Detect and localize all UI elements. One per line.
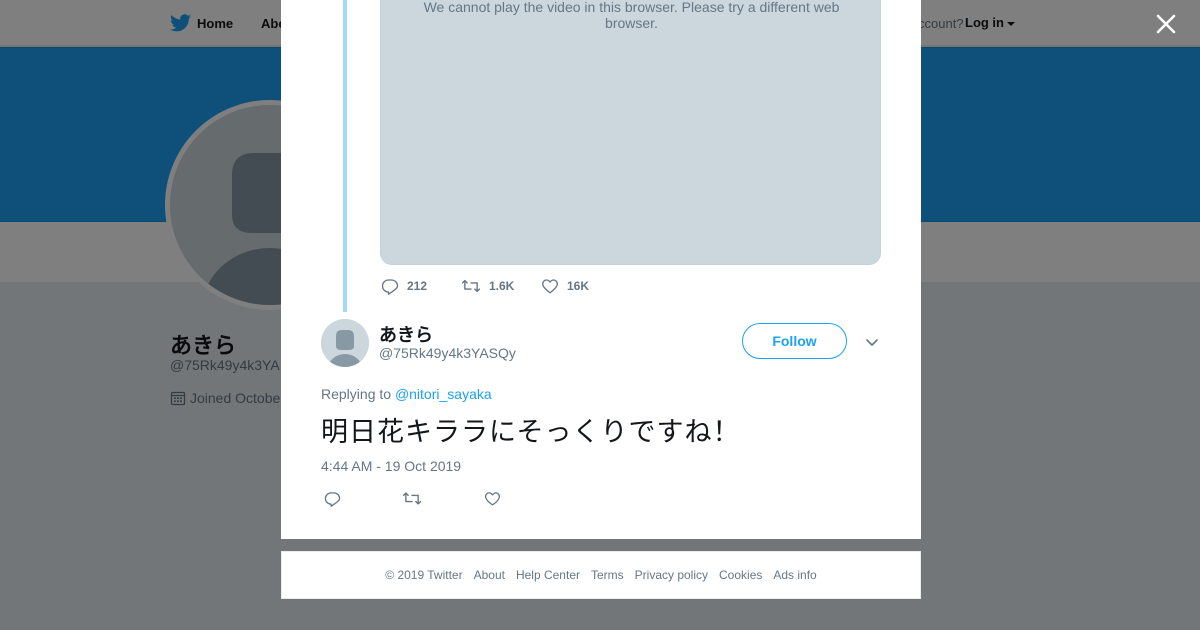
modal-footer: © 2019 Twitter About Help Center Terms P…: [281, 551, 921, 599]
reply-author-handle[interactable]: @75Rk49y4k3YASQy: [379, 345, 516, 361]
thread-connector-line: [343, 0, 347, 312]
close-icon[interactable]: [1154, 12, 1178, 36]
follow-button[interactable]: Follow: [742, 323, 847, 359]
tweet-text: 明日花キララにそっくりですね！: [321, 417, 741, 448]
reply-action[interactable]: 212: [381, 277, 427, 295]
replying-prefix: Replying to: [321, 386, 392, 402]
footer-copyright: © 2019 Twitter: [385, 568, 463, 582]
video-unsupported-message: We cannot play the video in this browser…: [423, 0, 840, 31]
reply-icon: [381, 279, 399, 295]
default-avatar-icon: [321, 319, 369, 367]
footer-link-about[interactable]: About: [474, 568, 505, 582]
like-action[interactable]: [484, 490, 501, 507]
retweet-action[interactable]: 1.6K: [461, 277, 514, 295]
retweet-count: 1.6K: [489, 279, 515, 293]
heart-icon: [542, 279, 558, 294]
video-player[interactable]: We cannot play the video in this browser…: [380, 0, 881, 265]
footer-link-help-center[interactable]: Help Center: [516, 568, 580, 582]
like-action[interactable]: 16K: [541, 277, 589, 295]
reply-count: 212: [407, 279, 428, 293]
replying-to-link[interactable]: @nitori_sayaka: [395, 386, 492, 402]
reply-author-avatar[interactable]: [321, 319, 369, 367]
reply-author-name[interactable]: あきら: [379, 321, 433, 347]
retweet-icon: [461, 279, 481, 293]
tweet-timestamp[interactable]: 4:44 AM - 19 Oct 2019: [321, 458, 461, 474]
footer-link-privacy-policy[interactable]: Privacy policy: [635, 568, 708, 582]
footer-link-ads-info[interactable]: Ads info: [773, 568, 816, 582]
heart-icon: [484, 492, 501, 506]
retweet-action[interactable]: [402, 490, 422, 507]
tweet-permalink-modal: We cannot play the video in this browser…: [281, 0, 921, 539]
replying-to-line: Replying to @nitori_sayaka: [321, 386, 492, 402]
chevron-down-icon[interactable]: [864, 334, 880, 350]
reply-icon: [324, 492, 341, 507]
like-count: 16K: [567, 279, 590, 293]
footer-link-terms[interactable]: Terms: [591, 568, 624, 582]
footer-link-cookies[interactable]: Cookies: [719, 568, 762, 582]
retweet-icon: [402, 492, 422, 505]
reply-action[interactable]: [324, 490, 341, 507]
